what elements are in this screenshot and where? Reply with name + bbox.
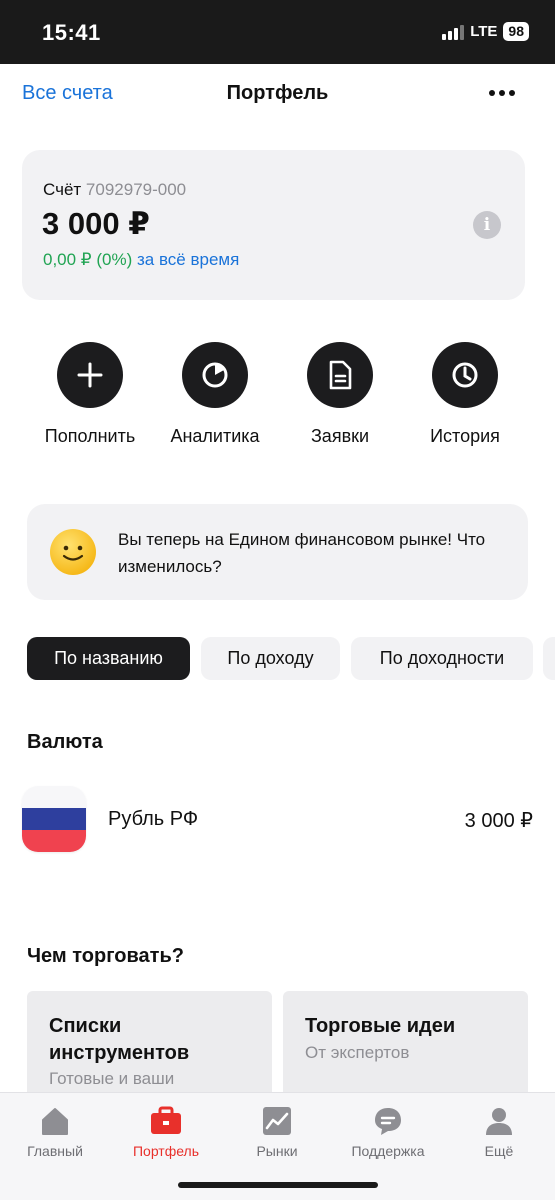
info-icon[interactable]: i [473, 211, 501, 239]
tab-home[interactable]: Главный [5, 1103, 105, 1159]
trade-card-subtitle: От экспертов [305, 1043, 410, 1062]
chip-by-income[interactable]: По доходу [201, 637, 340, 680]
network-type: LTE [470, 23, 498, 40]
tab-more[interactable]: Ещё [449, 1103, 549, 1159]
account-label-text: Счёт [43, 180, 82, 199]
currency-name: Рубль РФ [108, 808, 199, 830]
tab-markets[interactable]: Рынки [227, 1103, 327, 1159]
more-dots-icon[interactable] [489, 90, 515, 96]
action-orders[interactable]: Заявки [275, 342, 405, 447]
status-indicators: LTE 98 [442, 22, 529, 41]
account-change-value: 0,00 ₽ (0%) [43, 250, 133, 269]
action-label: Пополнить [44, 426, 136, 446]
status-bar: 15:41 LTE 98 [0, 0, 555, 64]
chart-line-icon [259, 1103, 295, 1139]
action-label: Аналитика [170, 426, 260, 446]
russia-flag-icon [22, 786, 86, 852]
trade-card-title: Торговые идеи [305, 1015, 456, 1037]
nav-header: Все счета Портфель [0, 64, 555, 126]
chat-icon [370, 1103, 406, 1139]
tab-portfolio[interactable]: Портфель [116, 1103, 216, 1159]
currency-amount: 3 000 ₽ [464, 810, 533, 832]
home-icon [37, 1103, 73, 1139]
chip-by-name[interactable]: По названию [27, 637, 190, 680]
trade-card-title: Списки инструментов [49, 1015, 190, 1064]
action-analytics[interactable]: Аналитика [150, 342, 280, 447]
plus-icon [57, 342, 123, 408]
account-label: Счёт 7092979-000 [43, 180, 186, 200]
info-banner[interactable]: Вы теперь на Едином финансовом рынке! Чт… [27, 504, 528, 600]
clock-icon [432, 342, 498, 408]
status-time: 15:41 [42, 20, 101, 45]
tab-label: Ещё [484, 1143, 514, 1159]
signal-icon [442, 24, 465, 40]
battery-icon: 98 [503, 22, 529, 41]
document-icon [307, 342, 373, 408]
account-change: 0,00 ₽ (0%) за всё время [43, 250, 239, 270]
tab-support[interactable]: Поддержка [338, 1103, 438, 1159]
account-change-period[interactable]: за всё время [137, 250, 239, 269]
briefcase-icon [148, 1103, 184, 1139]
tab-label: Рынки [256, 1143, 298, 1159]
sort-chips: По названию По доходу По доходности [27, 637, 555, 681]
smile-icon [50, 529, 96, 575]
action-deposit[interactable]: Пополнить [25, 342, 155, 447]
pie-chart-icon [182, 342, 248, 408]
tab-label: Главный [27, 1143, 83, 1159]
currency-section-title: Валюта [27, 731, 103, 753]
action-label: Заявки [310, 426, 370, 446]
action-history[interactable]: История [400, 342, 530, 447]
tab-label: Поддержка [351, 1143, 425, 1159]
person-icon [481, 1103, 517, 1139]
chip-more[interactable] [543, 637, 555, 680]
account-number: 7092979-000 [85, 180, 187, 199]
banner-text: Вы теперь на Едином финансовом рынке! Чт… [118, 530, 486, 576]
page-title: Портфель [226, 82, 329, 104]
account-balance: 3 000 ₽ [42, 206, 150, 241]
currency-row-rub[interactable]: Рубль РФ 3 000 ₽ [0, 786, 555, 854]
account-card[interactable]: Счёт 7092979-000 3 000 ₽ 0,00 ₽ (0%) за … [22, 150, 525, 300]
trade-card-subtitle: Готовые и ваши [49, 1069, 175, 1088]
quick-actions: Пополнить Аналитика Заявки История [0, 342, 555, 452]
tab-label: Портфель [132, 1143, 200, 1159]
trade-section-title: Чем торговать? [27, 945, 184, 967]
home-indicator [178, 1182, 378, 1188]
chip-by-yield[interactable]: По доходности [351, 637, 533, 680]
action-label: История [430, 426, 500, 446]
